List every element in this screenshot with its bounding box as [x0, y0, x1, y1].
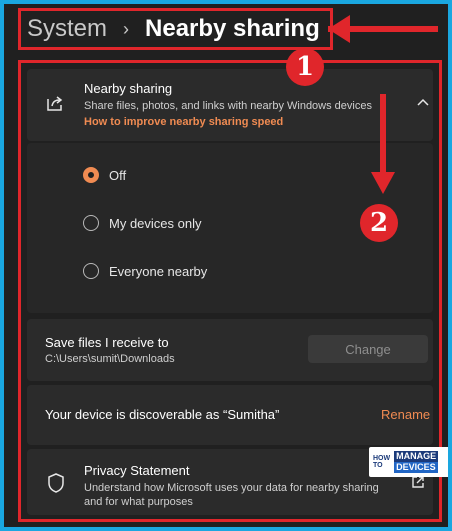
shield-icon [48, 473, 64, 493]
logo-text: MANAGE DEVICES [394, 451, 439, 473]
nearby-sharing-speed-link[interactable]: How to improve nearby sharing speed [84, 116, 283, 128]
rename-link[interactable]: Rename [381, 407, 430, 422]
change-button[interactable]: Change [308, 335, 428, 363]
radio-label: Everyone nearby [109, 263, 208, 279]
nearby-sharing-panel: Nearby sharing Share files, photos, and … [18, 60, 448, 522]
radio-option-my-devices[interactable]: My devices only [83, 215, 201, 231]
privacy-description: Understand how Microsoft uses your data … [84, 482, 379, 508]
annotation-badge-2: 2 [360, 204, 398, 242]
settings-window: System › Nearby sharing Nearby sharing S… [4, 4, 448, 527]
nearby-sharing-header[interactable]: Nearby sharing Share files, photos, and … [27, 69, 433, 141]
external-link-icon[interactable] [411, 475, 425, 489]
nearby-sharing-title: Nearby sharing [84, 81, 173, 96]
chevron-up-icon[interactable] [417, 97, 429, 109]
radio-button[interactable] [83, 263, 99, 279]
breadcrumb: System › Nearby sharing [18, 8, 333, 50]
radio-option-off[interactable]: Off [83, 167, 126, 183]
watermark-logo: HOW TO MANAGE DEVICES [369, 447, 448, 477]
save-files-label: Save files I receive to [45, 335, 169, 350]
annotation-arrow-down-head [371, 172, 395, 194]
discoverable-label: Your device is discoverable as “Sumitha” [45, 407, 280, 422]
radio-label: Off [109, 167, 127, 183]
logo-how-to: HOW TO [373, 455, 391, 469]
nearby-sharing-description: Share files, photos, and links with near… [84, 100, 372, 112]
annotation-arrow-left [328, 26, 438, 32]
radio-button[interactable] [83, 215, 99, 231]
radio-button[interactable] [83, 167, 99, 183]
annotation-badge-1: 1 [286, 48, 324, 86]
share-icon [47, 96, 63, 111]
privacy-title: Privacy Statement [84, 463, 190, 478]
save-files-path: C:\Users\sumit\Downloads [45, 353, 175, 365]
save-files-setting: Save files I receive to C:\Users\sumit\D… [27, 319, 433, 381]
page-title: Nearby sharing [145, 15, 320, 42]
annotation-arrow-down [380, 94, 386, 174]
radio-option-everyone[interactable]: Everyone nearby [83, 263, 207, 279]
breadcrumb-separator: › [123, 18, 130, 39]
radio-label: My devices only [109, 215, 202, 231]
breadcrumb-system[interactable]: System [27, 15, 107, 43]
device-discoverable-setting: Your device is discoverable as “Sumitha”… [27, 385, 433, 445]
